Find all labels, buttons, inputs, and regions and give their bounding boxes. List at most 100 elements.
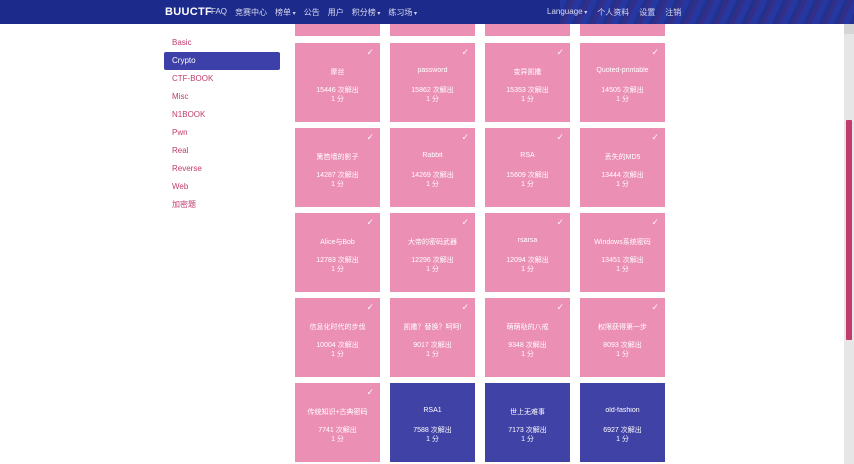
challenge-card[interactable]: ✓ Rabbit 14269 次解出 1 分 [390, 128, 475, 207]
challenge-points: 1 分 [426, 181, 439, 188]
nav-right-item-2[interactable]: 设置 [639, 7, 655, 18]
solved-check-icon: ✓ [366, 217, 374, 227]
nav-item-5[interactable]: 积分榜 [352, 7, 381, 18]
nav-item-6[interactable]: 练习场 [388, 7, 417, 18]
challenge-name: 萌萌哒的八戒 [506, 324, 549, 331]
challenge-card[interactable]: ✓ Quoted-printable 14505 次解出 1 分 [580, 43, 665, 122]
challenge-card[interactable]: ✓ 凯撒？替换？呵呵! 9017 次解出 1 分 [390, 298, 475, 377]
challenge-points: 1 分 [521, 96, 534, 103]
challenge-name: 信息化时代的步伐 [309, 324, 366, 331]
challenge-points: 1 分 [426, 266, 439, 273]
nav-right-item-3[interactable]: 注销 [665, 7, 681, 18]
challenge-name: 变异凯撒 [513, 69, 542, 76]
challenge-card-partial[interactable] [580, 24, 665, 36]
challenge-name: 权限获得第一步 [598, 324, 647, 331]
challenge-card[interactable]: old-fashion 6927 次解出 1 分 [580, 383, 665, 462]
nav-item-0[interactable]: FAQ [211, 7, 227, 18]
challenge-name: RSA1 [423, 407, 442, 414]
challenge-points: 1 分 [426, 351, 439, 358]
challenge-points: 1 分 [331, 181, 344, 188]
challenge-name: 丢失的MD5 [604, 154, 641, 161]
category-item[interactable]: Misc [164, 88, 280, 106]
challenge-card-partial[interactable] [295, 24, 380, 36]
category-item[interactable]: Pwn [164, 124, 280, 142]
solved-check-icon: ✓ [651, 302, 659, 312]
challenge-points: 1 分 [521, 436, 534, 443]
scrollbar-thumb[interactable] [846, 120, 852, 340]
challenge-card[interactable]: ✓ 信息化时代的步伐 10004 次解出 1 分 [295, 298, 380, 377]
challenge-card-partial[interactable] [485, 24, 570, 36]
challenge-card[interactable]: ✓ password 15862 次解出 1 分 [390, 43, 475, 122]
solved-check-icon: ✓ [651, 47, 659, 57]
challenge-points: 1 分 [616, 181, 629, 188]
challenge-card[interactable]: ✓ 变异凯撒 15353 次解出 1 分 [485, 43, 570, 122]
challenge-points: 1 分 [426, 436, 439, 443]
challenge-points: 1 分 [331, 96, 344, 103]
challenge-card[interactable]: 世上无难事 7173 次解出 1 分 [485, 383, 570, 462]
category-item[interactable]: Web [164, 178, 280, 196]
category-item[interactable]: 加密题 [164, 196, 280, 214]
category-item[interactable]: Reverse [164, 160, 280, 178]
challenge-card[interactable]: ✓ 丢失的MD5 13444 次解出 1 分 [580, 128, 665, 207]
challenge-name: Quoted-printable [596, 67, 649, 74]
solved-check-icon: ✓ [556, 47, 564, 57]
challenge-name: RSA [520, 152, 535, 159]
nav-item-1[interactable]: 竞赛中心 [235, 7, 267, 18]
category-sidebar: Basic Crypto CTF-BOOK Misc N1BOOK Pwn Real Reve… [164, 34, 280, 214]
challenge-card-partial[interactable] [390, 24, 475, 36]
solved-check-icon: ✓ [651, 132, 659, 142]
solved-check-icon: ✓ [461, 302, 469, 312]
category-item[interactable]: Real [164, 142, 280, 160]
challenge-name: Windows系统密码 [594, 239, 651, 246]
solved-check-icon: ✓ [461, 217, 469, 227]
solved-check-icon: ✓ [366, 302, 374, 312]
challenge-name: rsarsa [517, 237, 538, 244]
challenge-name: password [417, 67, 448, 74]
solved-check-icon: ✓ [366, 47, 374, 57]
challenge-points: 1 分 [521, 181, 534, 188]
category-item[interactable]: Crypto [164, 52, 280, 70]
nav-right-menu: Language 个人资料设置注销 [547, 7, 681, 18]
scroll-up-arrow[interactable] [844, 24, 854, 34]
category-item[interactable]: CTF-BOOK [164, 70, 280, 88]
challenge-row: ✓ 信息化时代的步伐 10004 次解出 1 分 ✓ 凯撒？替换？呵呵! 9017 次解出 1… [295, 298, 665, 377]
challenge-points: 1 分 [616, 436, 629, 443]
challenge-card[interactable]: ✓ 篱笆墙的影子 14287 次解出 1 分 [295, 128, 380, 207]
challenge-card[interactable]: ✓ 权限获得第一步 8093 次解出 1 分 [580, 298, 665, 377]
solved-check-icon: ✓ [461, 132, 469, 142]
challenge-card[interactable]: ✓ rsarsa 12094 次解出 1 分 [485, 213, 570, 292]
challenge-row: ✓ Alice与Bob 12783 次解出 1 分 ✓ 大帝的密码武器 12296 次解出 1… [295, 213, 665, 292]
challenge-card[interactable]: ✓ 传统知识+古典密码 7741 次解出 1 分 [295, 383, 380, 462]
nav-right-item-0[interactable]: Language [547, 7, 587, 18]
brand-logo[interactable]: BUUCTF [165, 6, 212, 18]
nav-right-item-1[interactable]: 个人资料 [597, 7, 629, 18]
challenge-points: 1 分 [521, 351, 534, 358]
challenge-card[interactable]: ✓ 摩丝 15446 次解出 1 分 [295, 43, 380, 122]
category-item[interactable]: N1BOOK [164, 106, 280, 124]
challenge-row: ✓ 篱笆墙的影子 14287 次解出 1 分 ✓ Rabbit 14269 次解出 1 分 ✓ R… [295, 128, 665, 207]
challenge-card[interactable]: RSA1 7588 次解出 1 分 [390, 383, 475, 462]
challenge-grid: ✓ 摩丝 15446 次解出 1 分 ✓ password 15862 次解出 1 分 ✓ 变异凯… [295, 24, 665, 464]
nav-item-4[interactable]: 用户 [328, 7, 344, 18]
challenge-card[interactable]: ✓ 萌萌哒的八戒 9348 次解出 1 分 [485, 298, 570, 377]
challenge-row: ✓ 摩丝 15446 次解出 1 分 ✓ password 15862 次解出 1 分 ✓ 变异凯… [295, 43, 665, 122]
nav-item-3[interactable]: 公告 [304, 7, 320, 18]
solved-check-icon: ✓ [651, 217, 659, 227]
solved-check-icon: ✓ [461, 47, 469, 57]
solved-check-icon: ✓ [556, 217, 564, 227]
challenge-name: old-fashion [605, 407, 640, 414]
challenge-points: 1 分 [616, 351, 629, 358]
challenge-card[interactable]: ✓ Alice与Bob 12783 次解出 1 分 [295, 213, 380, 292]
solved-check-icon: ✓ [556, 132, 564, 142]
challenge-card[interactable]: ✓ Windows系统密码 13451 次解出 1 分 [580, 213, 665, 292]
challenge-name: 摩丝 [330, 69, 345, 76]
challenge-name: 篱笆墙的影子 [316, 154, 359, 161]
nav-item-2[interactable]: 榜单 [275, 7, 296, 18]
category-item[interactable]: Basic [164, 34, 280, 52]
top-navbar: BUUCTF FAQ 竞赛中心榜单公告用户积分榜练习场 Language 个人资料设… [0, 0, 854, 24]
challenge-card[interactable]: ✓ 大帝的密码武器 12296 次解出 1 分 [390, 213, 475, 292]
challenge-name: 凯撒？替换？呵呵! [403, 324, 462, 331]
challenge-card[interactable]: ✓ RSA 15609 次解出 1 分 [485, 128, 570, 207]
solved-check-icon: ✓ [366, 132, 374, 142]
solved-check-icon: ✓ [556, 302, 564, 312]
